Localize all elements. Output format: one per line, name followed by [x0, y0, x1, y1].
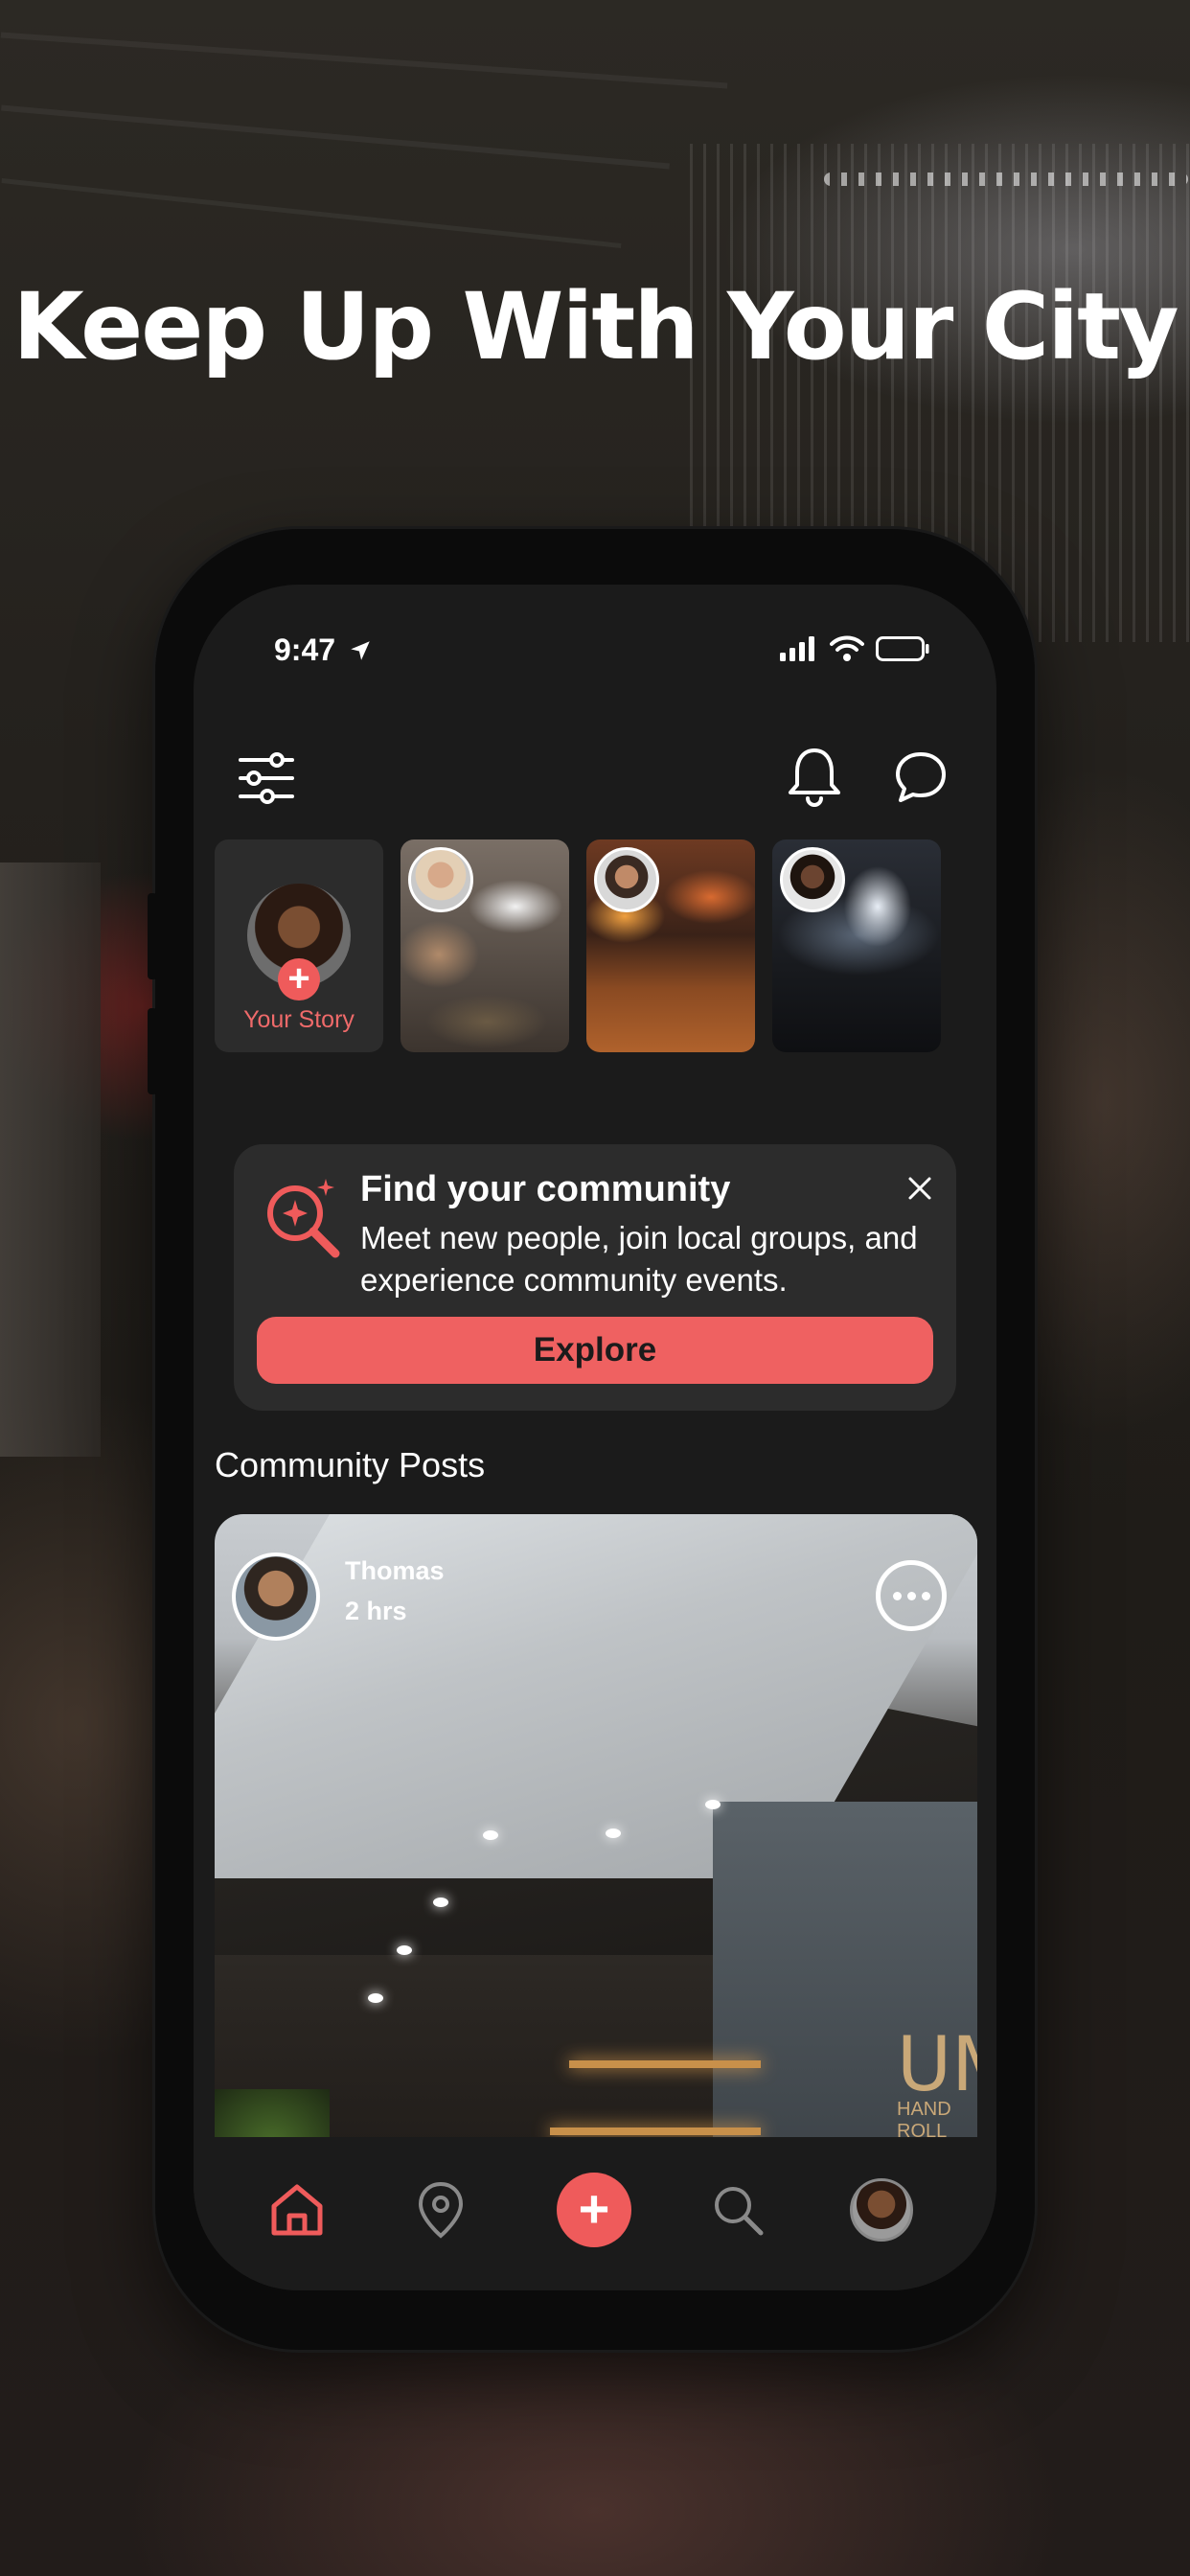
story-tile[interactable] — [400, 840, 569, 1052]
section-title: Community Posts — [215, 1445, 486, 1484]
bell-icon — [789, 748, 840, 807]
post-card[interactable]: UM HAND ROLL Thomas 2 hrs — [215, 1514, 977, 2204]
home-icon — [271, 2184, 323, 2236]
headline: Keep Up With Your City — [12, 273, 1179, 380]
nav-profile[interactable] — [843, 2172, 920, 2248]
post-brand-text: UM — [897, 2022, 977, 2108]
profile-avatar[interactable] — [850, 2178, 913, 2242]
filter-button[interactable] — [232, 744, 301, 813]
your-story-tile[interactable]: + Your Story — [215, 840, 383, 1052]
search-sparkle-icon — [267, 1179, 340, 1258]
nav-home[interactable] — [259, 2172, 335, 2248]
card-title: Find your community — [360, 1169, 731, 1209]
story-tile[interactable] — [586, 840, 755, 1052]
status-icons — [780, 632, 929, 665]
nav-map[interactable] — [402, 2172, 479, 2248]
wifi-icon — [830, 635, 864, 661]
sliders-icon — [239, 752, 294, 804]
location-arrow-icon — [351, 641, 370, 660]
add-icon[interactable]: + — [557, 2173, 631, 2247]
post-author[interactable]: Thomas — [345, 1556, 445, 1586]
close-icon[interactable] — [904, 1173, 935, 1204]
avatar — [408, 847, 473, 912]
story-tile[interactable] — [772, 840, 941, 1052]
more-options-button[interactable] — [876, 1560, 947, 1631]
app-screen: 9:47 + Your Story Find your community Me… — [194, 585, 996, 2290]
add-story-icon[interactable]: + — [278, 958, 320, 1000]
signal-icon — [780, 636, 814, 661]
nav-search[interactable] — [699, 2172, 776, 2248]
card-description: Meet new people, join local groups, and … — [360, 1220, 918, 1298]
messages-button[interactable] — [889, 746, 952, 809]
status-time: 9:47 — [274, 632, 373, 668]
search-icon — [715, 2187, 764, 2236]
community-card: Find your community Meet new people, joi… — [234, 1144, 956, 1411]
dot-icon — [921, 1591, 930, 1600]
post-time: 2 hrs — [345, 1597, 407, 1625]
chat-bubble-icon — [896, 752, 946, 802]
location-pin-icon — [418, 2181, 464, 2239]
battery-icon — [876, 636, 929, 661]
phone-frame: 9:47 + Your Story Find your community Me… — [148, 529, 1035, 2350]
explore-button[interactable]: Explore — [257, 1317, 933, 1384]
bottom-nav: + — [194, 2137, 996, 2290]
your-story-label: Your Story — [243, 1006, 355, 1033]
notifications-button[interactable] — [780, 740, 849, 813]
dot-icon — [892, 1591, 902, 1600]
nav-create[interactable]: + — [556, 2172, 632, 2248]
avatar — [780, 847, 845, 912]
dot-icon — [906, 1591, 916, 1600]
avatar — [594, 847, 659, 912]
author-avatar[interactable] — [232, 1552, 320, 1641]
